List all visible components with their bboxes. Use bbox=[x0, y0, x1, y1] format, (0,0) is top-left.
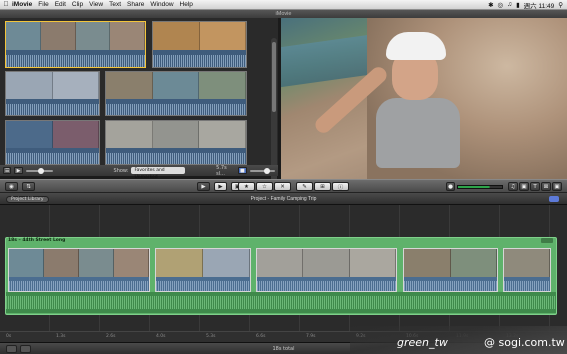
ruler-tick: 7.9s bbox=[306, 334, 316, 339]
event-clip[interactable] bbox=[105, 120, 247, 165]
show-label: Show: bbox=[113, 167, 129, 174]
text-icon[interactable]: T bbox=[530, 182, 540, 191]
menu-clock[interactable]: 週六 11:49 bbox=[524, 0, 555, 10]
unmark-icon[interactable]: ☆ bbox=[256, 182, 273, 191]
menu-file[interactable]: File bbox=[38, 1, 48, 8]
watermark-site: @ sogi.com.tw bbox=[484, 336, 565, 349]
project-clip[interactable] bbox=[503, 248, 551, 292]
spotlight-icon[interactable]: ⚲ bbox=[558, 1, 563, 9]
info-icon[interactable]: ⓘ bbox=[332, 182, 349, 191]
menu-app-name[interactable]: iMovie bbox=[12, 1, 32, 8]
event-clip[interactable] bbox=[105, 71, 247, 116]
clip-size-icon[interactable]: ■ bbox=[238, 167, 247, 174]
ruler-tick: 2.6s bbox=[106, 334, 116, 339]
waveform-toggle-slider[interactable] bbox=[25, 167, 53, 174]
menu-view[interactable]: View bbox=[89, 1, 103, 8]
project-header: Project Library Project - Family Camping… bbox=[0, 193, 567, 205]
ruler-tick: 0s bbox=[6, 334, 12, 339]
duration-label: 5.7s sl... bbox=[216, 164, 227, 177]
event-list-icon[interactable]: ☰ bbox=[3, 167, 12, 174]
project-clip[interactable] bbox=[256, 248, 397, 292]
menu-share[interactable]: Share bbox=[127, 1, 144, 8]
ruler-tick: 4.0s bbox=[156, 334, 166, 339]
music-waveform bbox=[6, 292, 556, 313]
window-title: iMovie bbox=[0, 10, 567, 18]
event-clip[interactable] bbox=[5, 21, 146, 68]
project-timeline[interactable]: 18s – 44th Street Long 0s 1.3s 2.6s 4.0s… bbox=[0, 205, 567, 342]
event-clip[interactable] bbox=[152, 21, 247, 68]
menu-bar:  iMovie File Edit Clip View Text Share … bbox=[0, 0, 567, 10]
video-viewer[interactable] bbox=[281, 18, 567, 179]
menu-window[interactable]: Window bbox=[150, 1, 173, 8]
battery-icon[interactable]: ▮ bbox=[516, 1, 520, 9]
scrollbar-thumb[interactable] bbox=[272, 42, 276, 112]
zoom-slider[interactable] bbox=[249, 167, 275, 174]
transition-icon[interactable]: ⊠ bbox=[541, 182, 551, 191]
play-full-icon[interactable]: ▶ bbox=[197, 182, 210, 191]
play-event-icon[interactable]: ▶ bbox=[14, 167, 23, 174]
project-view-toggle-icon[interactable] bbox=[549, 196, 559, 202]
menu-text[interactable]: Text bbox=[109, 1, 121, 8]
project-title: Project - Family Camping Trip bbox=[250, 196, 317, 202]
music-track-label: 18s – 44th Street Long bbox=[8, 238, 66, 243]
event-clip[interactable] bbox=[5, 71, 100, 116]
photo-icon[interactable]: ▣ bbox=[519, 182, 529, 191]
music-track-end-icon[interactable] bbox=[541, 238, 553, 243]
camera-icon[interactable]: ◉ bbox=[5, 182, 18, 191]
library-scrollbar[interactable] bbox=[271, 38, 277, 184]
play-icon[interactable]: ▶ bbox=[214, 182, 227, 191]
cropping-icon[interactable]: ⊞ bbox=[314, 182, 331, 191]
project-clip[interactable] bbox=[155, 248, 251, 292]
reject-icon[interactable]: ✕ bbox=[274, 182, 291, 191]
music-icon[interactable]: ♫ bbox=[508, 182, 518, 191]
swap-icon[interactable]: ⇅ bbox=[22, 182, 35, 191]
filter-select[interactable]: Favorites and Unmarked bbox=[131, 167, 185, 180]
bluetooth-icon[interactable]: ✱ bbox=[488, 1, 493, 9]
map-icon[interactable]: ▣ bbox=[552, 182, 562, 191]
event-browser bbox=[0, 18, 278, 184]
voice-icon[interactable]: ● bbox=[446, 182, 455, 191]
main-toolbar: ◉ ⇅ ▶ ▶ ▣ ★ ☆ ✕ ✎ ⊞ ⓘ ● ♫ ▣ T ⊠ ▣ bbox=[0, 179, 567, 193]
ruler-tick: 1.3s bbox=[56, 334, 66, 339]
ruler-tick: 6.6s bbox=[256, 334, 266, 339]
viewer-climber bbox=[312, 32, 460, 179]
event-clip[interactable] bbox=[5, 120, 100, 165]
library-footer: ☰ ▶ Show: Favorites and Unmarked 5.7s sl… bbox=[0, 164, 278, 180]
menu-clip[interactable]: Clip bbox=[72, 1, 83, 8]
ruler-tick: 5.3s bbox=[206, 334, 216, 339]
voiceover-icon[interactable]: ✎ bbox=[296, 182, 313, 191]
apple-icon[interactable]:  bbox=[0, 1, 12, 8]
favorite-icon[interactable]: ★ bbox=[238, 182, 255, 191]
project-clip[interactable] bbox=[8, 248, 150, 292]
project-clip[interactable] bbox=[403, 248, 498, 292]
audio-level-meter bbox=[457, 185, 503, 189]
menu-help[interactable]: Help bbox=[180, 1, 193, 8]
volume-icon[interactable]: ♫ bbox=[507, 1, 512, 8]
menu-edit[interactable]: Edit bbox=[55, 1, 66, 8]
watermark-author: green_tw bbox=[397, 336, 448, 349]
wifi-icon[interactable]: ◎ bbox=[498, 1, 504, 9]
